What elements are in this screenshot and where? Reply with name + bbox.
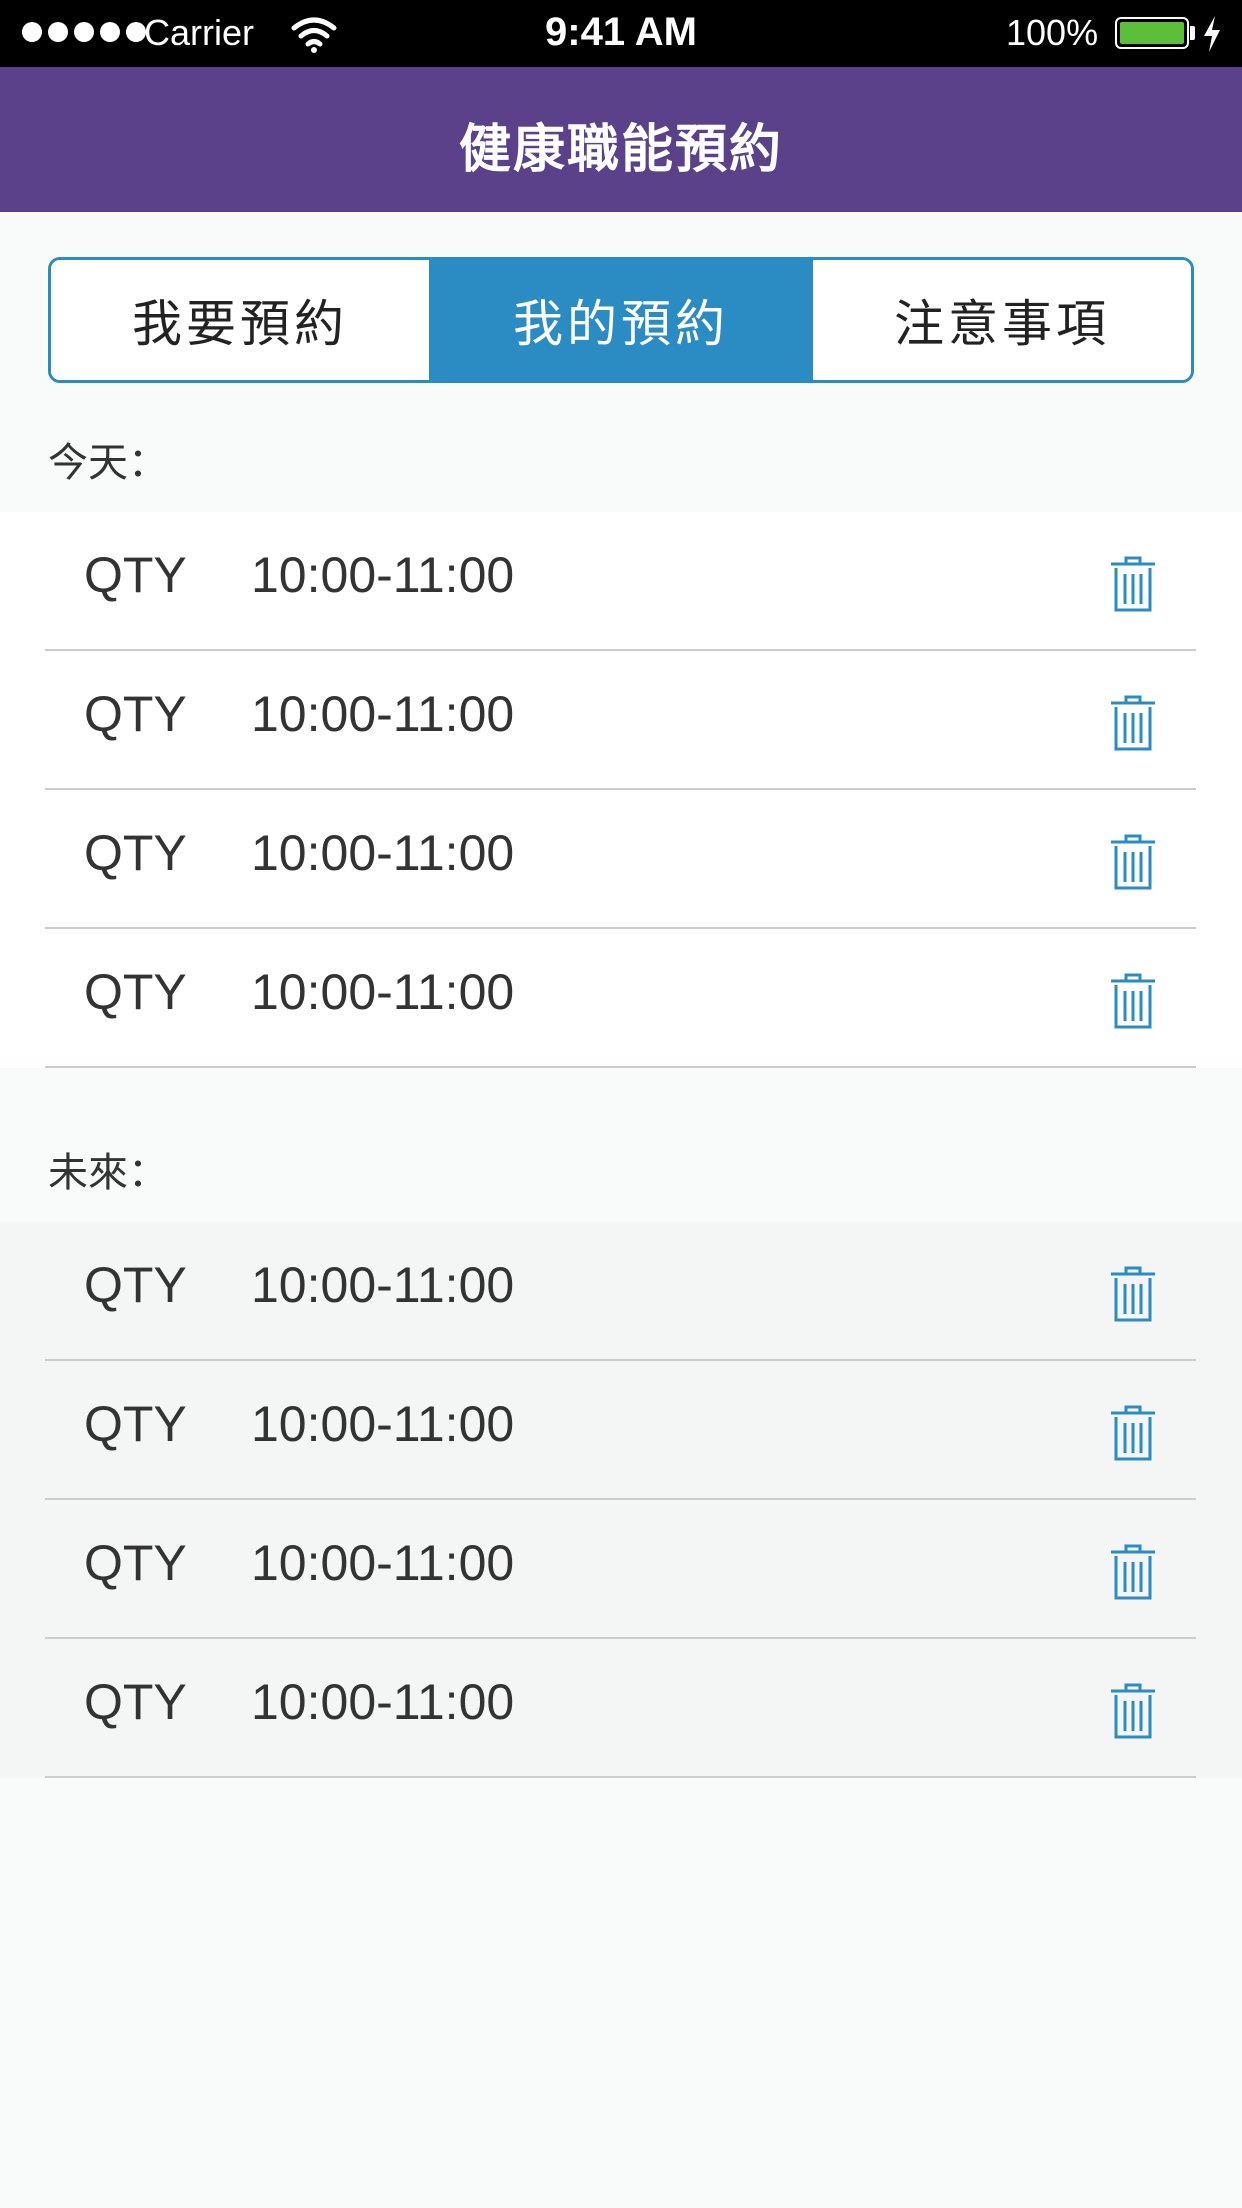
trash-icon[interactable] (1108, 1681, 1158, 1741)
reservation-time: 10:00-11:00 (251, 825, 515, 881)
trash-icon[interactable] (1108, 1264, 1158, 1324)
list-item: QTY 10:00-11:00 (0, 1222, 1242, 1361)
reservation-label: QTY (84, 1674, 187, 1730)
segmented-tabs: 我要預約 我的預約 注意事項 (48, 257, 1194, 383)
list-item: QTY 10:00-11:00 (0, 1361, 1242, 1500)
battery-icon (1115, 17, 1189, 49)
today-reservation-list: QTY 10:00-11:00 QTY 10:00-11:00 QTY 10:0… (0, 512, 1242, 1068)
trash-icon[interactable] (1108, 971, 1158, 1031)
reservation-time: 10:00-11:00 (251, 1396, 515, 1452)
reservation-time: 10:00-11:00 (251, 1535, 515, 1591)
reservation-time: 10:00-11:00 (251, 1257, 515, 1313)
tab-make-reservation[interactable]: 我要預約 (51, 260, 432, 380)
section-label-future: 未來： (48, 1150, 168, 1196)
section-label-today: 今天： (48, 440, 168, 486)
reservation-label: QTY (84, 547, 187, 603)
reservation-label: QTY (84, 1257, 187, 1313)
reservation-label: QTY (84, 964, 187, 1020)
page-title: 健康職能預約 (458, 120, 783, 180)
trash-icon[interactable] (1108, 832, 1158, 892)
reservation-label: QTY (84, 686, 187, 742)
reservation-label: QTY (84, 1535, 187, 1591)
tab-notices[interactable]: 注意事項 (813, 260, 1191, 380)
reservation-label: QTY (84, 1396, 187, 1452)
reservation-time: 10:00-11:00 (251, 964, 515, 1020)
list-item: QTY 10:00-11:00 (0, 512, 1242, 651)
navigation-bar: 健康職能預約 (0, 67, 1242, 212)
trash-icon[interactable] (1108, 1542, 1158, 1602)
list-item: QTY 10:00-11:00 (0, 790, 1242, 929)
list-item: QTY 10:00-11:00 (0, 929, 1242, 1068)
list-item: QTY 10:00-11:00 (0, 1500, 1242, 1639)
charging-bolt-icon (1204, 16, 1220, 52)
reservation-label: QTY (84, 825, 187, 881)
battery-percentage: 100% (1006, 12, 1099, 53)
list-item: QTY 10:00-11:00 (0, 1639, 1242, 1778)
trash-icon[interactable] (1108, 1403, 1158, 1463)
reservation-time: 10:00-11:00 (251, 1674, 515, 1730)
trash-icon[interactable] (1108, 693, 1158, 753)
future-reservation-list: QTY 10:00-11:00 QTY 10:00-11:00 QTY 10:0… (0, 1222, 1242, 1778)
trash-icon[interactable] (1108, 554, 1158, 614)
reservation-time: 10:00-11:00 (251, 686, 515, 742)
list-item: QTY 10:00-11:00 (0, 651, 1242, 790)
reservation-time: 10:00-11:00 (251, 547, 515, 603)
status-bar: Carrier 9:41 AM 100% (0, 0, 1242, 67)
tab-my-reservations[interactable]: 我的預約 (432, 260, 813, 380)
